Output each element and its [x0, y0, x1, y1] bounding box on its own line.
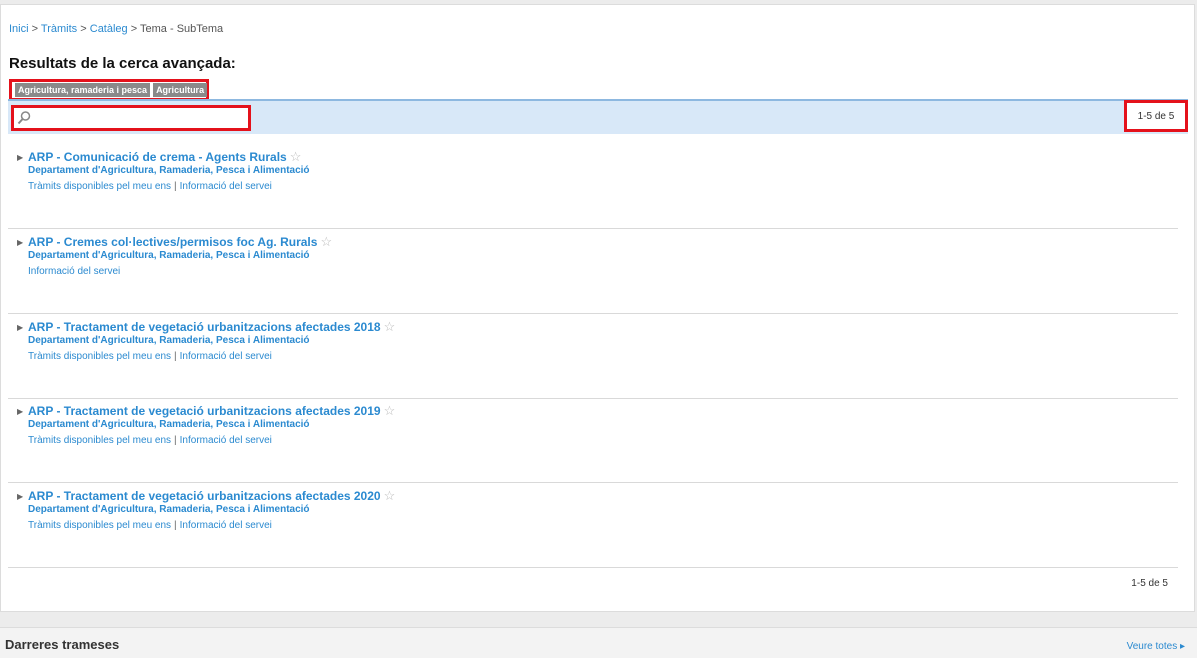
- available-procedures-link[interactable]: Tràmits disponibles pel meu ens: [28, 520, 171, 531]
- result-title-link[interactable]: ARP - Cremes col·lectives/permisos foc A…: [28, 234, 332, 250]
- result-department[interactable]: Departament d'Agricultura, Ramaderia, Pe…: [28, 335, 310, 346]
- result-department[interactable]: Departament d'Agricultura, Ramaderia, Pe…: [28, 504, 310, 515]
- result-links: Tràmits disponibles pel meu ens | Informac…: [28, 435, 272, 446]
- see-all-link[interactable]: Veure totes ▸: [1127, 641, 1185, 652]
- result-title-link[interactable]: ARP - Tractament de vegetació urbanitzac…: [28, 403, 395, 419]
- result-title-link[interactable]: ARP - Comunicació de crema - Agents Rura…: [28, 149, 301, 165]
- result-title-link[interactable]: ARP - Tractament de vegetació urbanitzac…: [28, 488, 395, 504]
- result-title-link[interactable]: ARP - Tractament de vegetació urbanitzac…: [28, 319, 395, 335]
- recent-submissions-title: Darreres trameses: [5, 637, 120, 652]
- filter-tag-subtema[interactable]: Agricultura: [153, 83, 208, 97]
- breadcrumb: Inici > Tràmits > Catàleg > Tema - SubTe…: [9, 23, 223, 35]
- breadcrumb-separator: >: [80, 23, 87, 35]
- result-links: Tràmits disponibles pel meu ens | Informac…: [28, 520, 272, 531]
- main-panel: Inici > Tràmits > Catàleg > Tema - SubTe…: [0, 4, 1195, 612]
- service-info-link[interactable]: Informació del servei: [28, 266, 120, 277]
- available-procedures-link[interactable]: Tràmits disponibles pel meu ens: [28, 181, 171, 192]
- breadcrumb-home[interactable]: Inici: [9, 23, 29, 35]
- result-item: ▶ ARP - Tractament de vegetació urbanitz…: [8, 482, 1178, 568]
- expand-arrow-icon[interactable]: ▶: [17, 323, 23, 332]
- result-department[interactable]: Departament d'Agricultura, Ramaderia, Pe…: [28, 419, 310, 430]
- result-department[interactable]: Departament d'Agricultura, Ramaderia, Pe…: [28, 165, 310, 176]
- result-item: ▶ ARP - Comunicació de crema - Agents Ru…: [8, 143, 1178, 229]
- favorite-star-icon[interactable]: ☆: [384, 488, 396, 503]
- breadcrumb-tramits[interactable]: Tràmits: [41, 23, 77, 35]
- result-links: Tràmits disponibles pel meu ens | Informac…: [28, 351, 272, 362]
- search-box: [11, 105, 251, 131]
- breadcrumb-separator: >: [31, 23, 39, 35]
- link-separator: |: [174, 520, 177, 531]
- pagination-summary-bottom: 1-5 de 5: [1131, 578, 1168, 589]
- result-links: Tràmits disponibles pel meu ens | Informac…: [28, 181, 272, 192]
- result-item: ▶ ARP - Tractament de vegetació urbanitz…: [8, 313, 1178, 399]
- service-info-link[interactable]: Informació del servei: [180, 181, 272, 192]
- favorite-star-icon[interactable]: ☆: [384, 319, 396, 334]
- result-item: ▶ ARP - Tractament de vegetació urbanitz…: [8, 397, 1178, 483]
- breadcrumb-separator: >: [130, 23, 138, 35]
- pagination-summary-top: 1-5 de 5: [1124, 100, 1188, 132]
- result-links: Informació del servei: [28, 266, 120, 277]
- link-separator: |: [174, 351, 177, 362]
- service-info-link[interactable]: Informació del servei: [180, 351, 272, 362]
- favorite-star-icon[interactable]: ☆: [320, 234, 332, 249]
- link-separator: |: [174, 435, 177, 446]
- filter-tags: Agricultura, ramaderia i pesca Agricultu…: [9, 79, 209, 101]
- available-procedures-link[interactable]: Tràmits disponibles pel meu ens: [28, 435, 171, 446]
- expand-arrow-icon[interactable]: ▶: [17, 407, 23, 416]
- page-title: Resultats de la cerca avançada:: [9, 55, 236, 72]
- result-department[interactable]: Departament d'Agricultura, Ramaderia, Pe…: [28, 250, 310, 261]
- service-info-link[interactable]: Informació del servei: [180, 435, 272, 446]
- expand-arrow-icon[interactable]: ▶: [17, 153, 23, 162]
- available-procedures-link[interactable]: Tràmits disponibles pel meu ens: [28, 351, 171, 362]
- favorite-star-icon[interactable]: ☆: [384, 403, 396, 418]
- breadcrumb-cataleg[interactable]: Catàleg: [90, 23, 128, 35]
- search-bar: 1-5 de 5: [8, 99, 1188, 134]
- service-info-link[interactable]: Informació del servei: [180, 520, 272, 531]
- recent-submissions-bar: Darreres trameses Veure totes ▸: [0, 627, 1197, 658]
- link-separator: |: [174, 181, 177, 192]
- expand-arrow-icon[interactable]: ▶: [17, 492, 23, 501]
- result-item: ▶ ARP - Cremes col·lectives/permisos foc…: [8, 228, 1178, 314]
- search-input[interactable]: [34, 109, 248, 129]
- filter-tag-tema[interactable]: Agricultura, ramaderia i pesca: [15, 83, 151, 97]
- favorite-star-icon[interactable]: ☆: [290, 149, 302, 164]
- search-icon[interactable]: [16, 110, 32, 126]
- breadcrumb-current: Tema - SubTema: [140, 23, 224, 35]
- expand-arrow-icon[interactable]: ▶: [17, 238, 23, 247]
